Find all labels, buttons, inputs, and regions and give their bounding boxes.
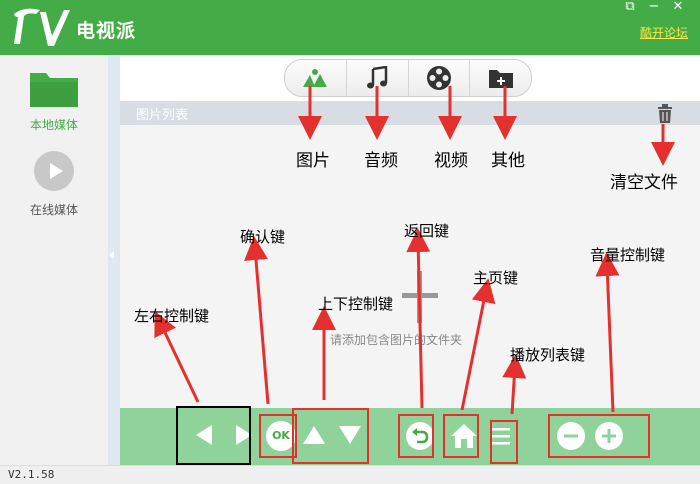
annotation-back-key: 返回键 — [404, 222, 450, 240]
folder-icon — [30, 73, 78, 107]
sidebar-item-label: 在线媒体 — [29, 203, 78, 217]
minimize-button[interactable]: − — [644, 0, 664, 16]
annotation-lr-key: 左右控制键 — [134, 307, 210, 325]
annotation-playlist-key: 播放列表键 — [510, 346, 586, 364]
collapse-arrow-icon[interactable] — [109, 251, 114, 259]
annotation-clear: 清空文件 — [610, 173, 678, 193]
highlight-box-home — [443, 414, 479, 458]
category-toolbar — [284, 59, 532, 97]
music-note-icon — [367, 66, 388, 89]
list-header: 图片列表 — [120, 101, 700, 125]
annotation-picture: 图片 — [296, 151, 330, 171]
forum-link[interactable]: 酷开论坛 — [640, 24, 688, 41]
skin-icon[interactable]: ⧉ — [620, 0, 640, 16]
annotation-home-key: 主页键 — [473, 269, 519, 287]
sidebar-item-local-media[interactable]: 本地媒体 — [0, 67, 108, 133]
list-title: 图片列表 — [136, 108, 189, 123]
annotation-video: 视频 — [434, 151, 468, 171]
add-folder-plus-icon[interactable] — [402, 271, 438, 323]
image-icon — [303, 69, 328, 87]
highlight-box-volume — [548, 414, 650, 458]
annotation-confirm-key: 确认键 — [240, 228, 286, 246]
close-button[interactable]: ✕ — [668, 0, 688, 16]
annotation-ud-key: 上下控制键 — [318, 295, 394, 313]
tv-logo-icon — [14, 8, 70, 46]
sidebar: 本地媒体 在线媒体 — [0, 55, 109, 465]
sidebar-item-label: 本地媒体 — [29, 118, 78, 132]
annotation-volume-key: 音量控制键 — [590, 246, 666, 264]
highlight-box-lr — [176, 406, 251, 465]
highlight-box-back — [398, 414, 434, 458]
sidebar-splitter[interactable] — [108, 55, 120, 465]
annotation-other: 其他 — [491, 151, 525, 171]
category-picture-button[interactable] — [285, 60, 347, 96]
status-bar: V2.1.58 — [0, 465, 700, 484]
folder-plus-icon — [488, 70, 513, 88]
category-other-button[interactable] — [470, 60, 531, 96]
category-audio-button[interactable] — [347, 60, 409, 96]
annotation-audio: 音频 — [364, 151, 398, 171]
version-label: V2.1.58 — [8, 468, 55, 481]
empty-hint: 请添加包含图片的文件夹 — [330, 333, 463, 347]
highlight-box-playlist — [490, 420, 518, 464]
app-name: 电视派 — [76, 20, 137, 42]
film-reel-icon — [426, 66, 451, 90]
trash-icon[interactable] — [656, 104, 674, 124]
title-bar: 电视派 ⧉ − ✕ 酷开论坛 — [0, 0, 700, 55]
play-icon — [34, 151, 74, 191]
highlight-box-ud — [292, 408, 369, 464]
sidebar-item-online-media[interactable]: 在线媒体 — [0, 150, 108, 218]
category-video-button[interactable] — [409, 60, 471, 96]
